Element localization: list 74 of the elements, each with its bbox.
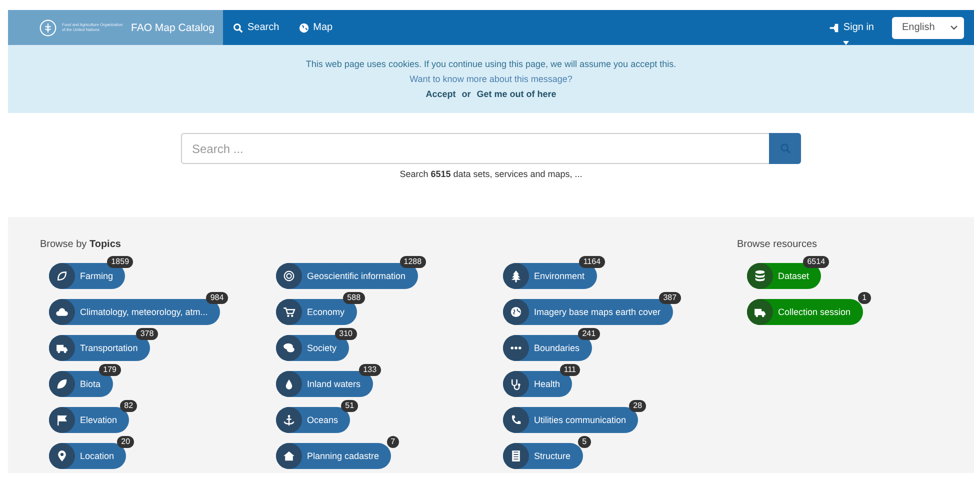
topic-link[interactable]: Inland waters	[276, 371, 373, 397]
search-icon	[233, 22, 244, 32]
more-info-link[interactable]: Want to know more about this message?	[410, 74, 572, 84]
search-button[interactable]	[769, 133, 801, 164]
topic-link[interactable]: Structure	[503, 443, 583, 469]
phone-icon	[509, 413, 523, 427]
count-badge: 5	[578, 436, 591, 448]
count-badge: 1288	[400, 256, 426, 268]
count-badge: 310	[335, 328, 357, 340]
topic-link[interactable]: Society	[276, 335, 349, 361]
globe-icon	[509, 305, 523, 319]
stethoscope-icon	[509, 377, 523, 391]
topic-link[interactable]: Environment	[503, 263, 597, 289]
topic-link[interactable]: Farming	[49, 263, 126, 289]
count-badge: 588	[343, 292, 365, 304]
section-title: Browse by Topics	[40, 239, 122, 250]
leaf-outline-icon	[55, 269, 69, 283]
globe-icon	[299, 22, 310, 32]
brand-name: FAO Map Catalog	[131, 22, 214, 34]
map-pin-icon	[55, 449, 69, 463]
nav-link[interactable]: Map	[289, 22, 343, 33]
chevron-down-icon	[950, 25, 958, 30]
topic-link[interactable]: Oceans	[276, 407, 350, 433]
topic-link[interactable]: Planning cadastre	[276, 443, 392, 469]
count-badge: 82	[120, 400, 138, 412]
building-icon	[509, 449, 523, 463]
count-badge: 984	[206, 292, 228, 304]
flag-icon	[55, 413, 69, 427]
anchor-icon	[282, 413, 296, 427]
count-badge: 387	[659, 292, 681, 304]
count-badge: 133	[359, 364, 381, 376]
topic-link[interactable]: Geoscientific information	[276, 263, 418, 289]
cookie-message: This web page uses cookies. If you continue using this page, we will assume you accept this.	[306, 59, 676, 69]
topic-link[interactable]: Health	[503, 371, 572, 397]
or-text: or	[462, 89, 471, 99]
sign-in-link[interactable]: Sign in	[819, 22, 884, 33]
count-badge: 1	[858, 292, 871, 304]
count-badge: 1164	[579, 256, 605, 268]
topic-link[interactable]: Imagery base maps earth cover	[503, 299, 673, 325]
leaf-icon	[55, 377, 69, 391]
count-badge: 111	[560, 364, 580, 376]
resource-link[interactable]: Dataset	[747, 263, 822, 289]
section-title: Browse resources	[737, 239, 818, 250]
speech-bubbles-icon	[282, 341, 296, 355]
database-icon	[753, 269, 767, 283]
count-badge: 20	[117, 436, 134, 448]
count-badge: 1859	[107, 256, 134, 268]
count-badge: 241	[578, 328, 600, 340]
resource-link[interactable]: Collection session	[747, 299, 863, 325]
topic-link[interactable]: Boundaries	[503, 335, 592, 361]
topic-link[interactable]: Climatology, meteorology, atm...	[49, 299, 220, 325]
count-badge: 6514	[803, 256, 830, 268]
count-badge: 51	[341, 400, 358, 412]
house-icon	[282, 449, 296, 463]
search-hint: Search 6515 data sets, services and maps, ...	[400, 169, 582, 179]
topic-link[interactable]: Economy	[276, 299, 357, 325]
topic-link[interactable]: Biota	[49, 371, 113, 397]
target-icon	[282, 269, 296, 283]
count-badge: 28	[629, 400, 646, 412]
count-badge: 378	[136, 328, 158, 340]
language-select[interactable]: English	[892, 16, 964, 38]
topic-link[interactable]: Elevation	[49, 407, 130, 433]
leave-link[interactable]: Get me out of here	[476, 89, 556, 99]
search-field[interactable]: Search ...	[181, 133, 769, 164]
topic-link[interactable]: Utilities communication	[503, 407, 638, 433]
cloud-icon	[55, 305, 69, 319]
cart-icon	[282, 305, 296, 319]
tree-icon	[509, 269, 523, 283]
topic-link[interactable]: Transportation	[49, 335, 150, 361]
count-badge: 179	[99, 364, 121, 376]
accept-link[interactable]: Accept	[426, 89, 456, 99]
nav-link[interactable]: Search	[223, 22, 290, 33]
topic-link[interactable]: Location	[49, 443, 126, 469]
count-badge: 7	[386, 436, 400, 448]
